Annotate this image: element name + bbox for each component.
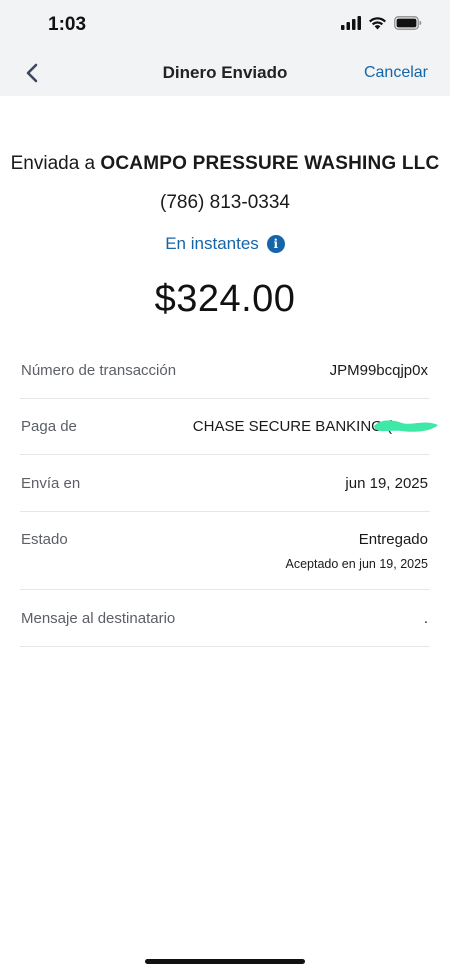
status-label: Estado [21, 531, 68, 548]
detail-row-status: Estado Entregado Aceptado en jun 19, 202… [20, 512, 430, 590]
info-icon[interactable]: i [266, 235, 285, 253]
redaction-mark [374, 420, 438, 432]
recipient-line: Enviada a OCAMPO PRESSURE WASHING LLC [0, 153, 450, 175]
detail-row-send-date: Envía en jun 19, 2025 [20, 455, 430, 512]
transaction-value: JPM99bcqjp0x [329, 362, 428, 379]
detail-row-message: Mensaje al destinatario . [20, 590, 430, 647]
send-date-value: jun 19, 2025 [345, 475, 428, 492]
recipient-name: OCAMPO PRESSURE WASHING LLC [100, 153, 440, 174]
delivery-speed-label: En instantes [165, 234, 259, 253]
message-label: Mensaje al destinatario [21, 610, 176, 627]
message-value: . [423, 610, 428, 627]
detail-row-transaction: Número de transacción JPM99bcqjp0x [20, 343, 430, 399]
status-value: Entregado [358, 531, 428, 548]
battery-icon [394, 16, 422, 30]
pay-from-label: Paga de [21, 418, 77, 435]
status-subvalue: Aceptado en jun 19, 2025 [285, 557, 428, 571]
recipient-phone: (786) 813-0334 [160, 192, 290, 213]
pay-from-value: CHASE SECURE BANKING ( [192, 418, 392, 435]
status-time: 1:03 [48, 14, 87, 35]
send-date-label: Envía en [21, 475, 81, 492]
home-indicator[interactable] [145, 959, 305, 964]
sent-to-prefix: Enviada a [10, 153, 101, 174]
transaction-label: Número de transacción [21, 362, 177, 379]
status-icons [341, 16, 422, 30]
signal-icon [341, 16, 361, 30]
cancel-button[interactable]: Cancelar [364, 64, 428, 82]
detail-row-pay-from: Paga de CHASE SECURE BANKING ( [20, 399, 438, 455]
nav-bar: Dinero Enviado Cancelar [0, 50, 450, 96]
amount: $324.00 [154, 278, 296, 320]
status-bar: 1:03 [0, 0, 450, 50]
wifi-icon [369, 17, 386, 30]
detail-list: Número de transacción JPM99bcqjp0x Paga … [20, 343, 438, 647]
delivery-speed: En instantes i [0, 234, 450, 254]
